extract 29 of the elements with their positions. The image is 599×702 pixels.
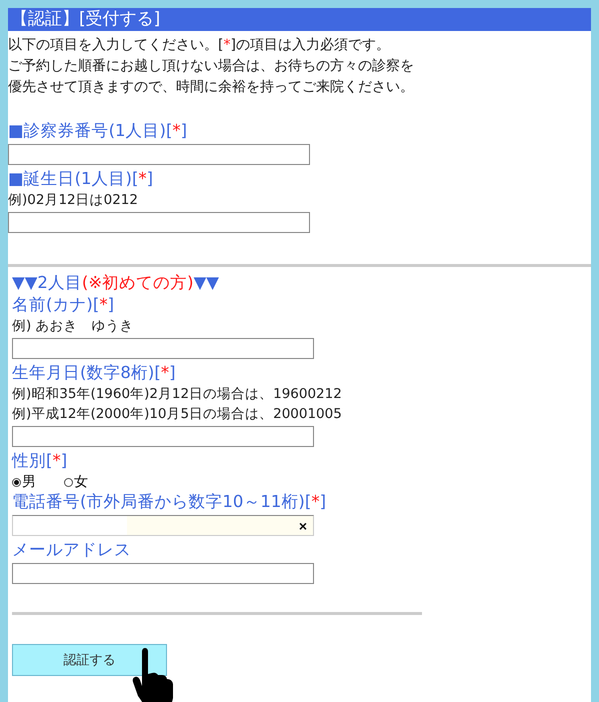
radio-option[interactable]: 男 (12, 473, 36, 491)
hand-cursor-icon (132, 648, 174, 702)
radio-button[interactable] (64, 478, 73, 486)
radio-option[interactable]: 女 (64, 473, 88, 491)
example-text: 例)02月12日は0212 (8, 191, 139, 210)
field-label: メールアドレス (12, 539, 132, 561)
section-heading: ▼▼2人目(※初めての方)▼▼ (12, 272, 220, 294)
intro-text: ご予約した順番にお越し頂けない場合は、お待ちの方々の診察を (8, 57, 415, 76)
intro-text: 優先させて頂きますので、時間に余裕を持ってご来院ください。 (8, 78, 415, 97)
field-label: 性別[*] (12, 450, 68, 472)
submit-button[interactable]: 認証する (12, 644, 167, 676)
field-label: ■診察券番号(1人目)[*] (8, 120, 188, 142)
page-header: 【認証】[受付する] (8, 8, 591, 31)
field-label: ■誕生日(1人目)[*] (8, 168, 154, 190)
field-label: 電話番号(市外局番から数字10～11桁)[*] (12, 491, 327, 513)
field-label: 生年月日(数字8桁)[*] (12, 362, 176, 384)
intro-text: 以下の項目を入力してください。[*]の項目は入力必須です。 (8, 36, 391, 55)
input-field[interactable] (12, 563, 314, 584)
clear-button[interactable]: × (296, 518, 309, 534)
input-field[interactable] (8, 212, 310, 233)
input-field[interactable] (12, 426, 314, 447)
example-text: 例)昭和35年(1960年)2月12日の場合は、19600212 (12, 385, 343, 404)
example-text: 例) あおき ゆうき (12, 317, 135, 336)
input-field[interactable] (12, 338, 314, 359)
input-field[interactable]: × (12, 515, 314, 536)
radio-button[interactable] (12, 478, 21, 486)
input-field[interactable] (8, 144, 310, 165)
example-text: 例)平成12年(2000年)10月5日の場合は、20001005 (12, 405, 343, 424)
field-label: 名前(カナ)[*] (12, 294, 115, 316)
